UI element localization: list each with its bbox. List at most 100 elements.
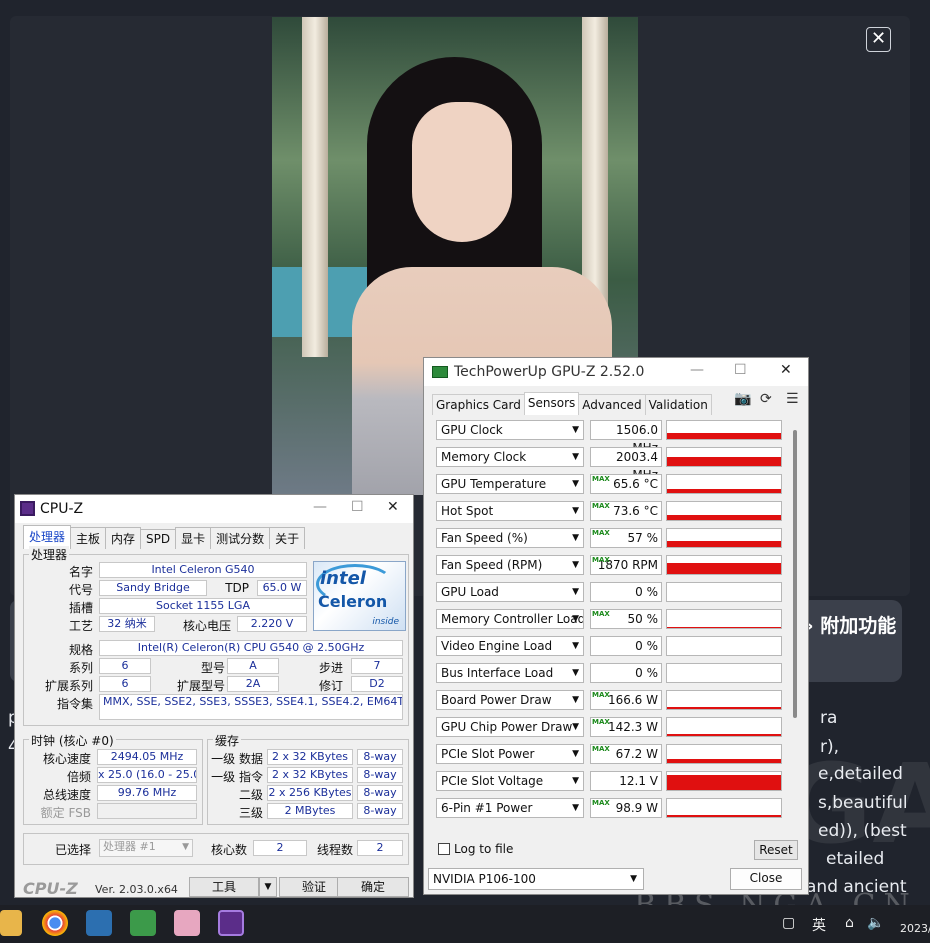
max-indicator: MAX xyxy=(592,529,610,537)
gpu-select[interactable]: NVIDIA P106-100 ▼ xyxy=(428,868,644,890)
tab-advanced[interactable]: Advanced xyxy=(578,394,646,415)
log-to-file-checkbox[interactable]: Log to file xyxy=(438,842,513,856)
sensor-name-select[interactable]: Memory Clock ▼ xyxy=(436,447,584,467)
minimize-icon[interactable]: — xyxy=(690,362,704,378)
network-icon[interactable]: ⌂ xyxy=(845,915,854,931)
sensor-name-select[interactable]: GPU Chip Power Draw ▼ xyxy=(436,717,584,737)
cpuz-version: Ver. 2.03.0.x64 xyxy=(95,883,178,896)
sensor-graph xyxy=(666,636,782,656)
codename-label: 代号 xyxy=(68,583,93,597)
gpuz-taskbar-icon[interactable] xyxy=(130,910,156,936)
reset-button[interactable]: Reset xyxy=(754,840,798,860)
camera-icon[interactable]: 📷 xyxy=(734,391,751,407)
anime-app-icon[interactable] xyxy=(174,910,200,936)
sensor-graph xyxy=(666,582,782,602)
cpuz-taskbar-icon[interactable] xyxy=(218,910,244,936)
sensor-graph xyxy=(666,663,782,683)
sensor-graph-bar xyxy=(667,432,781,439)
taskbar: ▢ 英 ⌂ 🔈 2023/ xyxy=(0,905,930,943)
maximize-icon[interactable]: ☐ xyxy=(351,499,364,515)
refresh-icon[interactable]: ⟳ xyxy=(760,391,772,407)
sensor-name-select[interactable]: Fan Speed (%) ▼ xyxy=(436,528,584,548)
chevron-down-icon: ▼ xyxy=(572,452,579,462)
max-indicator: MAX xyxy=(592,475,610,483)
extra-features-button[interactable]: › 附加功能 xyxy=(800,600,902,682)
tab-graphics[interactable]: 显卡 xyxy=(175,527,212,549)
sensor-value: 12.1 V xyxy=(590,771,662,791)
sensor-graph xyxy=(666,690,782,710)
cpuz-titlebar[interactable]: CPU-Z — ☐ ✕ xyxy=(15,495,413,523)
chrome-icon[interactable] xyxy=(42,910,68,936)
l2-label: 二级 xyxy=(238,788,263,802)
tab-sensors[interactable]: Sensors xyxy=(523,392,580,415)
notification-icon[interactable]: ▢ xyxy=(782,915,795,931)
file-explorer-icon[interactable] xyxy=(0,910,22,936)
sensor-name-select[interactable]: PCIe Slot Power ▼ xyxy=(436,744,584,764)
minimize-icon[interactable]: — xyxy=(313,499,327,515)
sensor-name-select[interactable]: Video Engine Load ▼ xyxy=(436,636,584,656)
sensor-name-select[interactable]: GPU Clock ▼ xyxy=(436,420,584,440)
voltage-label: 核心电压 xyxy=(182,619,231,633)
close-viewer-button[interactable]: ✕ xyxy=(866,27,891,52)
checkbox-icon[interactable] xyxy=(438,843,450,855)
tab-mainboard[interactable]: 主板 xyxy=(70,527,107,549)
sensor-name-select[interactable]: PCIe Slot Voltage ▼ xyxy=(436,771,584,791)
package-label: 插槽 xyxy=(68,601,93,615)
l3-label: 三级 xyxy=(238,806,263,820)
sensor-name-select[interactable]: GPU Load ▼ xyxy=(436,582,584,602)
menu-icon[interactable]: ☰ xyxy=(786,391,799,407)
prompt-text: ra xyxy=(820,708,838,728)
maximize-icon[interactable]: ☐ xyxy=(734,362,747,378)
gpuz-window: TechPowerUp GPU-Z 2.52.0 — ☐ ✕ Graphics … xyxy=(423,357,809,895)
sensor-name: GPU Chip Power Draw xyxy=(441,720,573,734)
ok-button[interactable]: 确定 xyxy=(337,877,409,897)
tools-dropdown-icon[interactable]: ▼ xyxy=(259,877,277,897)
intel-celeron-logo: intel Celeron inside xyxy=(313,561,406,631)
sensor-name-select[interactable]: Board Power Draw ▼ xyxy=(436,690,584,710)
sensor-graph xyxy=(666,501,782,521)
bus-speed-value: 99.76 MHz xyxy=(97,785,197,801)
close-button[interactable]: Close xyxy=(730,868,802,890)
clock-date[interactable]: 2023/ xyxy=(900,922,930,935)
close-icon[interactable]: ✕ xyxy=(780,362,792,378)
chevron-down-icon: ▼ xyxy=(572,695,579,705)
ime-indicator[interactable]: 英 xyxy=(812,915,826,935)
sensor-name-select[interactable]: 6-Pin #1 Power ▼ xyxy=(436,798,584,818)
threads-label: 线程数 xyxy=(316,843,353,857)
monitor-app-icon[interactable] xyxy=(86,910,112,936)
chevron-down-icon: ▼ xyxy=(572,479,579,489)
revision-value: D2 xyxy=(351,676,403,692)
sensor-name-select[interactable]: Hot Spot ▼ xyxy=(436,501,584,521)
tools-button[interactable]: 工具 xyxy=(189,877,259,897)
intel-brand: intel xyxy=(320,568,366,589)
sensor-name-select[interactable]: GPU Temperature ▼ xyxy=(436,474,584,494)
sensor-graph-bar xyxy=(667,489,781,493)
sensor-name-select[interactable]: Fan Speed (RPM) ▼ xyxy=(436,555,584,575)
sensor-name: GPU Temperature xyxy=(441,477,547,491)
sensor-name: Memory Controller Load xyxy=(441,612,584,626)
sensor-name: Hot Spot xyxy=(441,504,494,518)
tab-spd[interactable]: SPD xyxy=(140,529,177,548)
sensor-scrollbar[interactable] xyxy=(793,430,797,718)
sensor-name-select[interactable]: Memory Controller Load ▼ xyxy=(436,609,584,629)
tab-graphics-card[interactable]: Graphics Card xyxy=(432,394,525,415)
chevron-down-icon: ▼ xyxy=(572,776,579,786)
sensor-value: 2003.4 MHz xyxy=(590,447,662,482)
sensor-name-select[interactable]: Bus Interface Load ▼ xyxy=(436,663,584,683)
sensor-name: GPU Load xyxy=(441,585,499,599)
tab-validation[interactable]: Validation xyxy=(644,394,712,415)
max-indicator: MAX xyxy=(592,556,610,564)
tab-bench[interactable]: 测试分数 xyxy=(210,527,271,549)
instructions-value: MMX, SSE, SSE2, SSE3, SSSE3, SSE4.1, SSE… xyxy=(99,694,403,720)
close-icon[interactable]: ✕ xyxy=(387,499,399,515)
gpuz-titlebar[interactable]: TechPowerUp GPU-Z 2.52.0 — ☐ ✕ xyxy=(424,358,808,386)
sensor-value-text: 98.9 W xyxy=(615,801,658,815)
core-speed-value: 2494.05 MHz xyxy=(97,749,197,765)
volume-icon[interactable]: 🔈 xyxy=(867,915,884,931)
sensor-value-text: 142.3 W xyxy=(607,720,658,734)
sensor-value-text: 65.6 °C xyxy=(613,477,658,491)
tab-about[interactable]: 关于 xyxy=(269,527,306,549)
tab-memory[interactable]: 内存 xyxy=(105,527,142,549)
processor-select[interactable]: 处理器 #1 ▼ xyxy=(99,839,193,857)
sensor-graph xyxy=(666,528,782,548)
